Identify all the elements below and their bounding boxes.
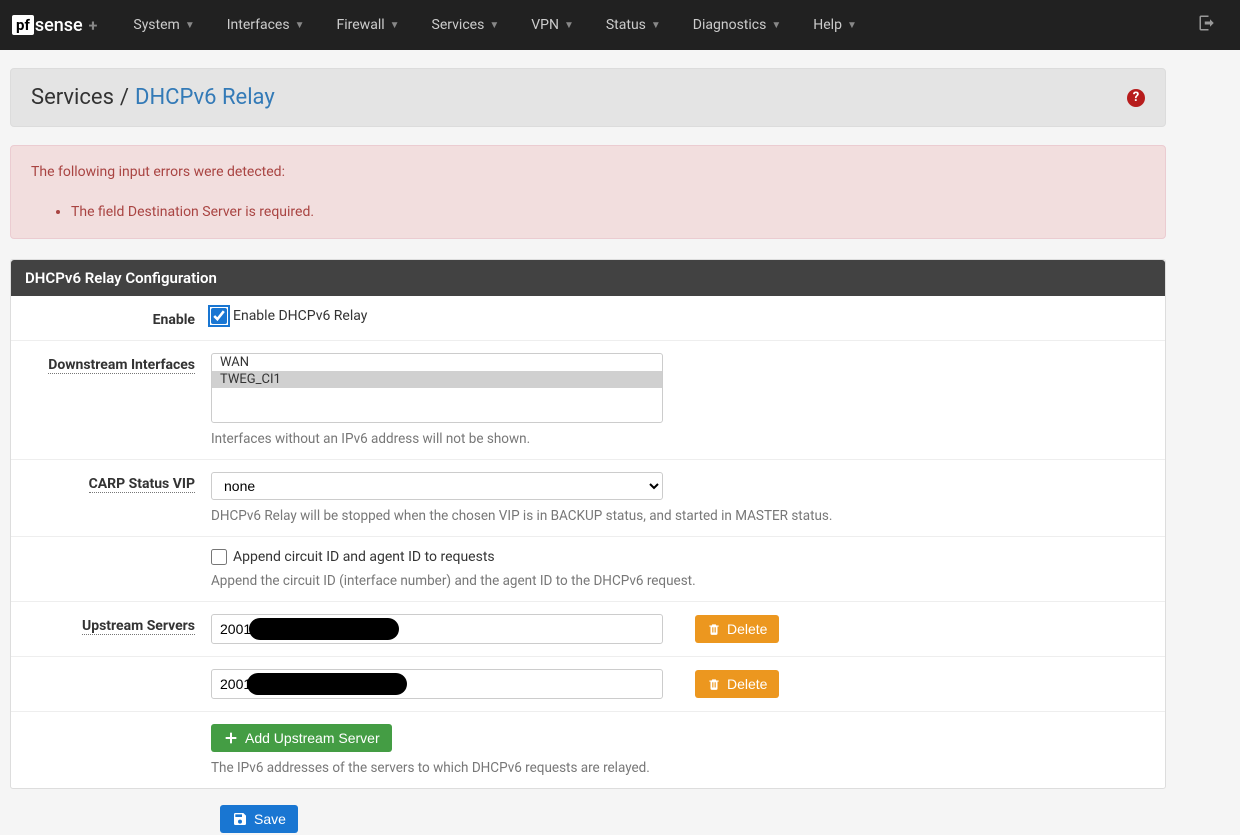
input-error-alert: The following input errors were detected… [10,145,1166,239]
add-upstream-button[interactable]: Add Upstream Server [211,724,392,752]
nav-label: Services [432,17,485,33]
brand-logo[interactable]: pf sense + [12,15,97,36]
caret-down-icon: ▼ [847,20,857,31]
nav-firewall[interactable]: Firewall ▼ [321,17,416,33]
row-upstream-1: Delete [11,657,1165,712]
alert-heading: The following input errors were detected… [31,164,1145,180]
nav-status[interactable]: Status ▼ [590,17,677,33]
redaction-bar [247,673,407,695]
add-upstream-label: Add Upstream Server [245,730,380,746]
label-enable: Enable [21,308,211,328]
nav-label: VPN [531,17,559,33]
control-add-upstream: Add Upstream Server The IPv6 addresses o… [211,724,1155,776]
brand-pf-box: pf [12,15,34,35]
nav-interfaces[interactable]: Interfaces ▼ [211,17,321,33]
caret-down-icon: ▼ [771,20,781,31]
label-upstream-empty [21,669,211,699]
breadcrumb-parent[interactable]: Services [31,85,114,110]
downstream-option-tweg[interactable]: TWEG_CI1 [212,371,662,388]
control-carp: none DHCPv6 Relay will be stopped when t… [211,472,1155,524]
panel-title: DHCPv6 Relay Configuration [11,260,1165,296]
upstream-input-wrap-0 [211,614,663,644]
trash-icon [707,677,721,691]
delete-label: Delete [727,676,767,692]
nav-label: Interfaces [227,17,290,33]
append-checkbox-label: Append circuit ID and agent ID to reques… [233,549,495,565]
breadcrumb: Services / DHCPv6 Relay ? [10,68,1166,127]
redaction-bar [249,618,399,640]
carp-select[interactable]: none [211,472,663,500]
breadcrumb-current[interactable]: DHCPv6 Relay [135,85,275,110]
row-add-upstream: Add Upstream Server The IPv6 addresses o… [11,712,1165,788]
trash-icon [707,622,721,636]
enable-checkbox[interactable] [211,308,227,324]
caret-down-icon: ▼ [564,20,574,31]
enable-checkbox-label: Enable DHCPv6 Relay [233,308,367,324]
control-upstream-1: Delete [211,669,1155,699]
error-item: The field Destination Server is required… [71,204,1145,220]
label-carp: CARP Status VIP [21,472,211,524]
delete-upstream-button-1[interactable]: Delete [695,670,779,698]
nav-vpn[interactable]: VPN ▼ [515,17,590,33]
delete-upstream-button-0[interactable]: Delete [695,615,779,643]
upstream-input-wrap-1 [211,669,663,699]
row-downstream: Downstream Interfaces WAN TWEG_CI1 Inter… [11,341,1165,460]
plus-icon [223,730,239,746]
control-enable: Enable DHCPv6 Relay [211,308,1155,328]
append-checkbox[interactable] [211,549,227,565]
nav-label: Diagnostics [693,17,767,33]
carp-help: DHCPv6 Relay will be stopped when the ch… [211,508,1155,524]
nav-label: Firewall [337,17,385,33]
nav-services[interactable]: Services ▼ [416,17,516,33]
label-append [21,549,211,589]
save-label: Save [254,811,286,827]
breadcrumb-separator: / [120,85,129,110]
row-upstream-0: Upstream Servers Delete [11,602,1165,657]
enable-checkbox-wrap[interactable]: Enable DHCPv6 Relay [211,308,1155,324]
nav-label: Status [606,17,646,33]
nav-label: Help [813,17,842,33]
row-carp: CARP Status VIP none DHCPv6 Relay will b… [11,460,1165,537]
main-container: Services / DHCPv6 Relay ? The following … [8,68,1168,833]
save-row: Save [220,805,1166,833]
nav-help[interactable]: Help ▼ [797,17,873,33]
downstream-help: Interfaces without an IPv6 address will … [211,431,1155,447]
append-help: Append the circuit ID (interface number)… [211,573,1155,589]
nav-system[interactable]: System ▼ [117,17,210,33]
row-append: Append circuit ID and agent ID to reques… [11,537,1165,602]
help-icon[interactable]: ? [1127,89,1145,107]
logout-icon[interactable] [1186,14,1228,37]
top-navbar: pf sense + System ▼ Interfaces ▼ Firewal… [0,0,1240,50]
brand-plus-icon: + [89,16,98,35]
control-append: Append circuit ID and agent ID to reques… [211,549,1155,589]
caret-down-icon: ▼ [489,20,499,31]
caret-down-icon: ▼ [390,20,400,31]
append-checkbox-wrap[interactable]: Append circuit ID and agent ID to reques… [211,549,1155,565]
delete-label: Delete [727,621,767,637]
downstream-select[interactable]: WAN TWEG_CI1 [211,353,663,423]
downstream-option-wan[interactable]: WAN [212,354,662,371]
caret-down-icon: ▼ [295,20,305,31]
label-add-empty [21,724,211,776]
caret-down-icon: ▼ [185,20,195,31]
save-button[interactable]: Save [220,805,298,833]
upstream-help: The IPv6 addresses of the servers to whi… [211,760,1155,776]
alert-error-list: The field Destination Server is required… [71,204,1145,220]
save-icon [232,811,248,827]
row-enable: Enable Enable DHCPv6 Relay [11,296,1165,341]
config-panel: DHCPv6 Relay Configuration Enable Enable… [10,259,1166,789]
label-downstream: Downstream Interfaces [21,353,211,447]
nav-diagnostics[interactable]: Diagnostics ▼ [677,17,797,33]
brand-sense-text: sense [35,15,83,36]
caret-down-icon: ▼ [651,20,661,31]
label-upstream: Upstream Servers [21,614,211,644]
breadcrumb-path: Services / DHCPv6 Relay [31,85,275,110]
nav-label: System [133,17,179,33]
control-upstream-0: Delete [211,614,1155,644]
control-downstream: WAN TWEG_CI1 Interfaces without an IPv6 … [211,353,1155,447]
